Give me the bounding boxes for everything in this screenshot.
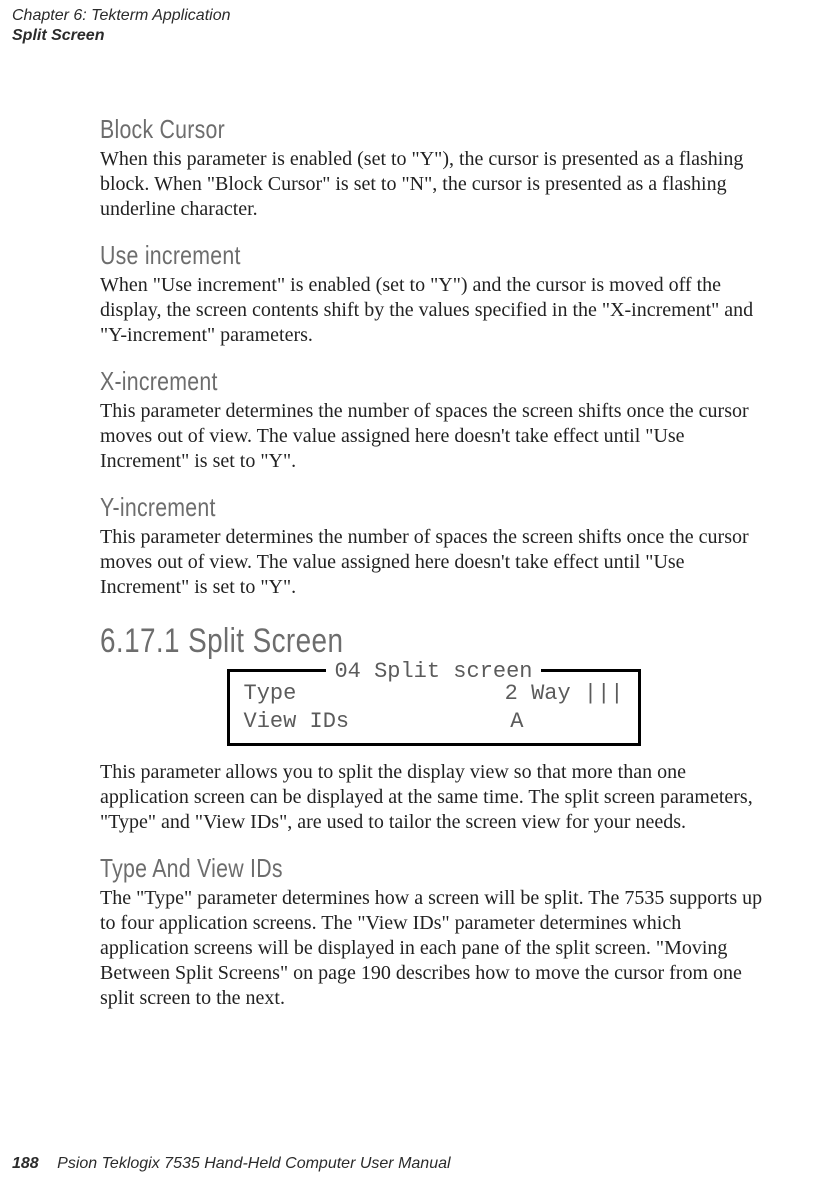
screen-row-value: A: [510, 708, 623, 736]
paragraph-split-screen: This parameter allows you to split the d…: [100, 760, 767, 835]
heading-split-screen: 6.17.1 Split Screen: [100, 622, 647, 661]
header-section: Split Screen: [12, 26, 767, 46]
page-content: Block Cursor When this parameter is enab…: [100, 46, 767, 1011]
screen-title-label: 04 Split screen: [326, 659, 540, 684]
paragraph-y-increment: This parameter determines the number of …: [100, 525, 767, 600]
screen-box: 04 Split screen Type 2 Way ||| View IDs …: [227, 669, 641, 746]
heading-y-increment: Y-increment: [100, 492, 647, 523]
heading-use-increment: Use increment: [100, 240, 647, 271]
page-number: 188: [12, 1155, 39, 1172]
page: Chapter 6: Tekterm Application Split Scr…: [0, 0, 825, 1197]
header-chapter: Chapter 6: Tekterm Application: [12, 6, 767, 26]
page-header: Chapter 6: Tekterm Application Split Scr…: [12, 0, 767, 46]
screen-figure: 04 Split screen Type 2 Way ||| View IDs …: [100, 669, 767, 746]
paragraph-x-increment: This parameter determines the number of …: [100, 399, 767, 474]
screen-row-label: View IDs: [244, 708, 350, 736]
heading-type-view-ids: Type And View IDs: [100, 853, 647, 884]
paragraph-use-increment: When "Use increment" is enabled (set to …: [100, 273, 767, 348]
page-footer: 188 Psion Teklogix 7535 Hand-Held Comput…: [12, 1155, 451, 1173]
screen-title: 04 Split screen: [230, 658, 638, 686]
paragraph-type-view-ids: The "Type" parameter determines how a sc…: [100, 886, 767, 1011]
paragraph-block-cursor: When this parameter is enabled (set to "…: [100, 147, 767, 222]
heading-x-increment: X-increment: [100, 366, 647, 397]
heading-block-cursor: Block Cursor: [100, 114, 647, 145]
screen-row-view-ids: View IDs A: [244, 708, 624, 736]
book-title: Psion Teklogix 7535 Hand-Held Computer U…: [57, 1155, 450, 1172]
